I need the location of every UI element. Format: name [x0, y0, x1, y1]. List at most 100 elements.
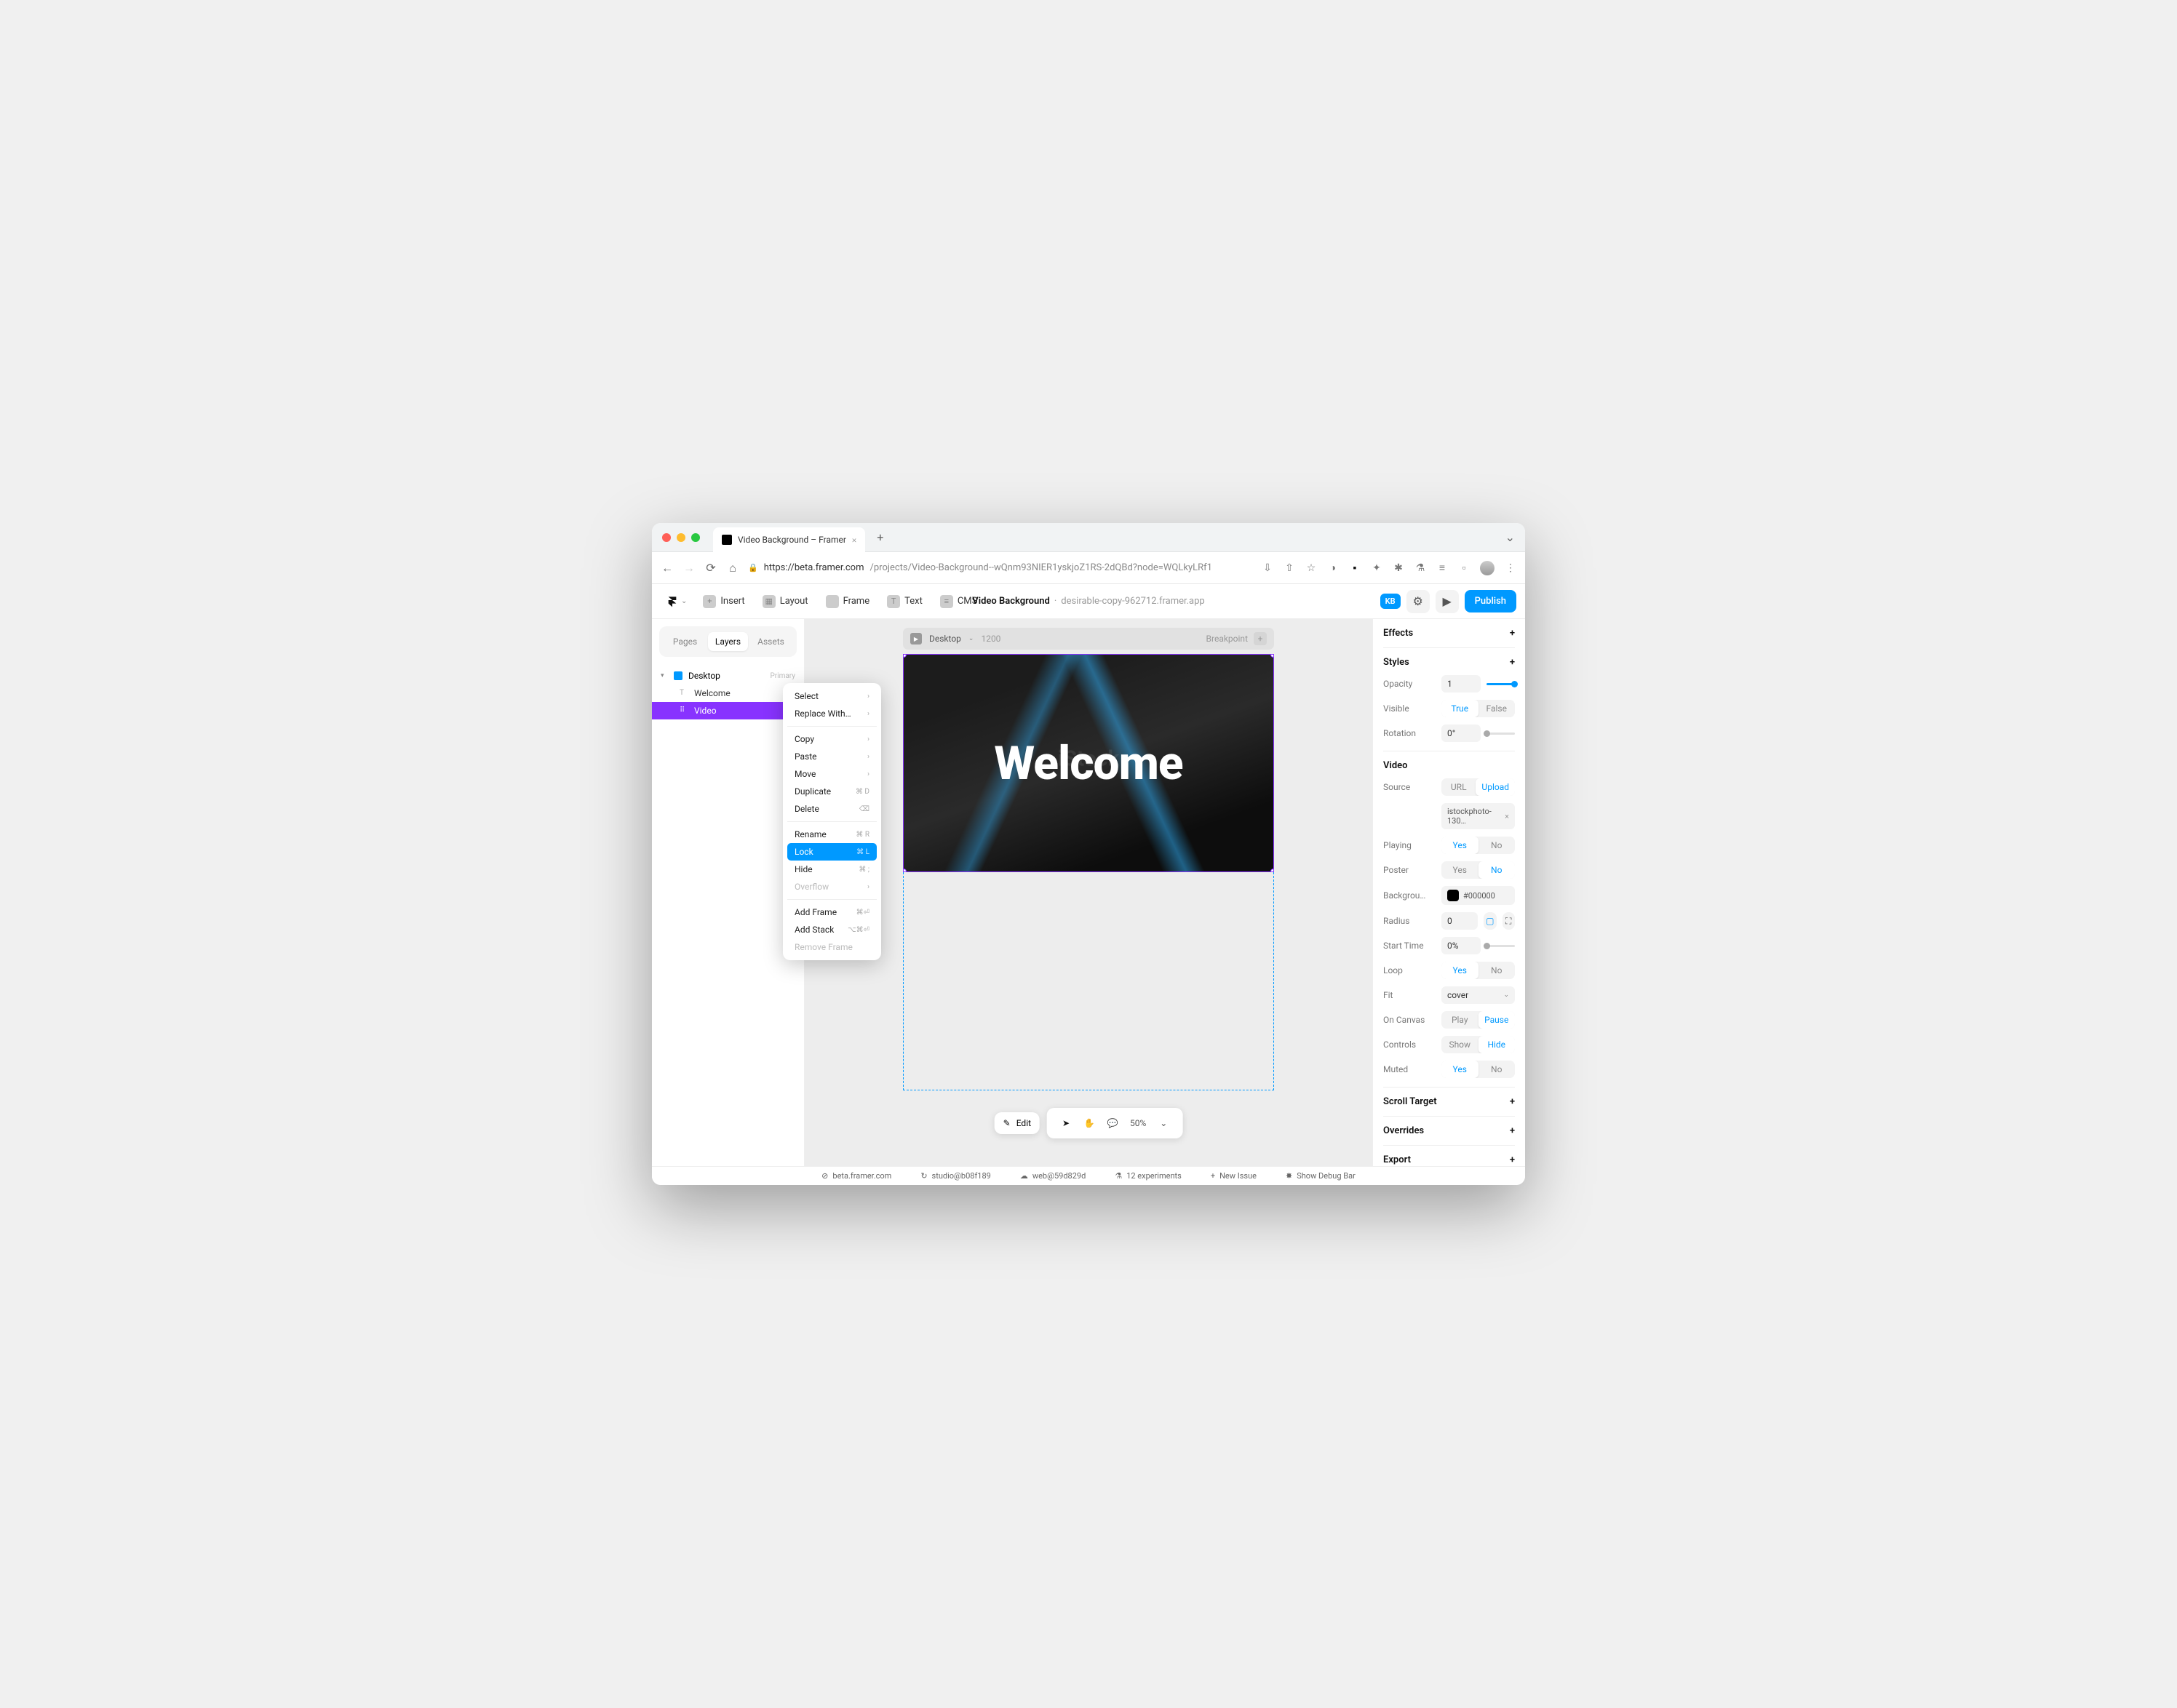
rotation-input[interactable] [1441, 725, 1481, 742]
project-title[interactable]: Video Background · desirable-copy-962712… [972, 596, 1204, 607]
canvas-frame[interactable]: iStock Welcome [903, 654, 1274, 1090]
file-chip[interactable]: istockphoto-130…× [1441, 803, 1515, 829]
status-debug[interactable]: ✸Show Debug Bar [1286, 1171, 1356, 1181]
settings-button[interactable]: ⚙ [1406, 590, 1430, 613]
visible-false[interactable]: False [1478, 700, 1516, 717]
app-menu-button[interactable]: ⌄ [661, 593, 693, 610]
source-upload[interactable]: Upload [1476, 778, 1515, 796]
poster-yes[interactable]: Yes [1441, 861, 1478, 879]
ctx-copy[interactable]: Copy› [787, 730, 877, 748]
maximize-window-button[interactable] [691, 533, 700, 542]
ext-5-icon[interactable]: ≡ [1436, 562, 1448, 574]
tab-layers[interactable]: Layers [708, 632, 748, 651]
poster-no[interactable]: No [1478, 861, 1516, 879]
insert-button[interactable]: +Insert [696, 591, 752, 612]
layer-welcome[interactable]: T Welcome [652, 685, 804, 702]
close-window-button[interactable] [662, 533, 671, 542]
ext-3-icon[interactable]: ✦ [1371, 562, 1382, 574]
ext-2-icon[interactable]: ▪ [1349, 562, 1361, 574]
loop-no[interactable]: No [1478, 962, 1516, 979]
share-icon[interactable]: ⇧ [1283, 562, 1295, 574]
tab-pages[interactable]: Pages [665, 632, 705, 651]
video-element[interactable]: iStock Welcome [903, 654, 1274, 872]
bg-color-chip[interactable]: #000000 [1441, 886, 1515, 905]
oncanvas-play[interactable]: Play [1441, 1011, 1478, 1029]
breakpoint-header[interactable]: ▶ Desktop ⌄ 1200 Breakpoint + [903, 628, 1274, 650]
source-url[interactable]: URL [1441, 778, 1476, 796]
fit-select[interactable]: cover⌄ [1441, 986, 1515, 1004]
kebab-menu-icon[interactable]: ⋮ [1505, 562, 1516, 574]
status-new-issue[interactable]: +New Issue [1211, 1171, 1257, 1181]
close-icon[interactable]: × [1505, 812, 1509, 821]
ctx-paste[interactable]: Paste› [787, 748, 877, 765]
section-effects[interactable]: Effects+ [1383, 628, 1515, 639]
status-studio[interactable]: ↻studio@b08f189 [920, 1171, 991, 1181]
ctx-hide[interactable]: Hide⌘ ; [787, 861, 877, 878]
pointer-tool[interactable]: ➤ [1056, 1114, 1076, 1133]
chevron-down-icon[interactable]: ⌄ [1153, 1114, 1174, 1133]
edit-button[interactable]: ✎ Edit [995, 1112, 1040, 1134]
resize-handle-bl[interactable] [903, 869, 907, 872]
section-scroll-target[interactable]: Scroll Target+ [1383, 1096, 1515, 1107]
status-web[interactable]: ☁web@59d829d [1020, 1171, 1086, 1181]
radius-input[interactable] [1441, 912, 1478, 930]
ext-4-icon[interactable]: ⚗ [1414, 562, 1426, 574]
opacity-input[interactable] [1441, 675, 1481, 693]
ctx-lock[interactable]: Lock⌘ L [787, 843, 877, 861]
sidepanel-icon[interactable]: ▫ [1458, 562, 1470, 574]
bookmark-icon[interactable]: ☆ [1305, 562, 1317, 574]
radius-individual-icon[interactable]: ⛶ [1503, 912, 1516, 930]
section-export[interactable]: Export+ [1383, 1154, 1515, 1165]
tab-assets[interactable]: Assets [751, 632, 791, 651]
ext-1-icon[interactable]: ◑ [1327, 562, 1339, 574]
section-video[interactable]: Video [1383, 760, 1515, 771]
ctx-select[interactable]: Select› [787, 687, 877, 705]
ctx-move[interactable]: Move› [787, 765, 877, 783]
layer-video[interactable]: ⠿ Video [652, 702, 804, 719]
starttime-input[interactable] [1441, 937, 1481, 954]
resize-handle-br[interactable] [1270, 869, 1274, 872]
resize-handle-tr[interactable] [1270, 654, 1274, 658]
comment-tool[interactable]: 💬 [1102, 1114, 1123, 1133]
hand-tool[interactable]: ✋ [1079, 1114, 1099, 1133]
close-tab-icon[interactable]: × [852, 535, 856, 545]
status-host[interactable]: ⊘beta.framer.com [821, 1171, 891, 1181]
zoom-level[interactable]: 50% [1126, 1114, 1150, 1133]
muted-no[interactable]: No [1478, 1061, 1516, 1078]
ctx-add-stack[interactable]: Add Stack⌥⌘⏎ [787, 921, 877, 938]
radius-uniform-icon[interactable]: ▢ [1484, 912, 1497, 930]
install-icon[interactable]: ⇩ [1262, 562, 1273, 574]
loop-yes[interactable]: Yes [1441, 962, 1478, 979]
rotation-slider[interactable] [1487, 733, 1515, 735]
back-button[interactable]: ← [661, 561, 674, 575]
preview-button[interactable]: ▶ [1436, 590, 1459, 613]
oncanvas-pause[interactable]: Pause [1478, 1011, 1516, 1029]
layout-button[interactable]: ▦Layout [755, 591, 816, 612]
ctx-delete[interactable]: Delete⌫ [787, 800, 877, 818]
controls-hide[interactable]: Hide [1478, 1036, 1516, 1053]
starttime-slider[interactable] [1487, 945, 1515, 947]
section-styles[interactable]: Styles+ [1383, 657, 1515, 668]
canvas[interactable]: ▶ Desktop ⌄ 1200 Breakpoint + iStock Wel… [805, 619, 1372, 1166]
reload-button[interactable]: ⟳ [704, 561, 717, 575]
ctx-rename[interactable]: Rename⌘ R [787, 826, 877, 843]
playing-no[interactable]: No [1478, 837, 1516, 854]
ctx-replace[interactable]: Replace With…› [787, 705, 877, 722]
profile-avatar[interactable] [1480, 561, 1495, 575]
layer-desktop[interactable]: ▾ Desktop Primary [652, 667, 804, 685]
status-experiments[interactable]: ⚗12 experiments [1115, 1171, 1182, 1181]
new-tab-button[interactable]: + [877, 530, 883, 544]
controls-show[interactable]: Show [1441, 1036, 1478, 1053]
ctx-duplicate[interactable]: Duplicate⌘ D [787, 783, 877, 800]
window-menu-chevron-icon[interactable]: ⌄ [1505, 530, 1515, 544]
minimize-window-button[interactable] [677, 533, 685, 542]
forward-button[interactable]: → [682, 561, 696, 575]
section-overrides[interactable]: Overrides+ [1383, 1125, 1515, 1136]
add-breakpoint-button[interactable]: + [1254, 632, 1267, 645]
publish-button[interactable]: Publish [1465, 590, 1516, 612]
home-button[interactable]: ⌂ [726, 561, 739, 575]
browser-tab[interactable]: Video Background – Framer × [713, 527, 865, 552]
user-badge[interactable]: KB [1380, 594, 1401, 609]
extensions-icon[interactable]: ✱ [1393, 562, 1404, 574]
visible-true[interactable]: True [1441, 700, 1478, 717]
